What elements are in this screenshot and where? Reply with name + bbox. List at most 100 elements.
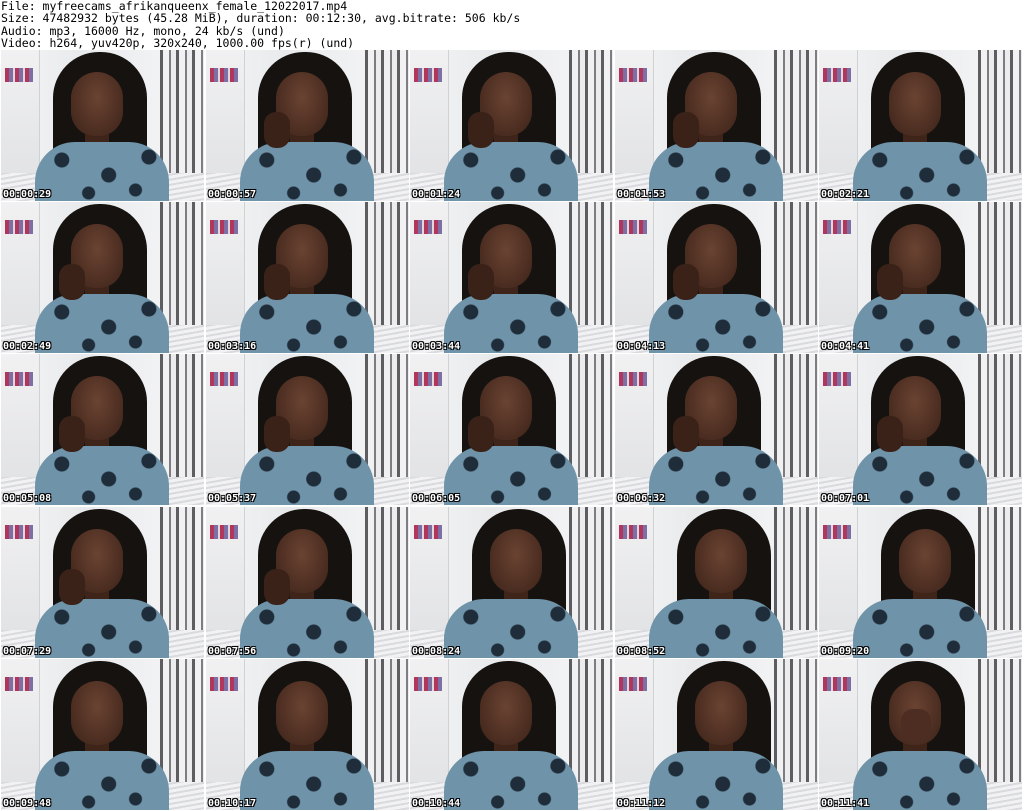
shelf-items [823,68,851,82]
person-sweater [853,446,987,505]
video-thumbnail: 00:07:29 [1,507,204,658]
person-face [276,681,328,745]
shelf-items [823,372,851,386]
thumbnail-timestamp: 00:01:53 [617,189,666,200]
shelf-items [210,677,238,691]
person-sweater [853,142,987,201]
person-sweater [35,751,169,810]
thumbnail-grid: 00:00:29 00:00:57 00:01:24 00:01:53 00:02:21… [1,50,1024,811]
video-thumbnail: 00:05:37 [206,354,409,505]
person-sweater [240,142,374,201]
thumbnail-timestamp: 00:05:08 [3,493,52,504]
person-face [889,72,941,136]
video-thumbnail: 00:11:12 [615,659,818,810]
shelf-items [5,677,33,691]
video-thumbnail: 00:03:44 [410,202,613,353]
person-sweater [444,751,578,810]
person-sweater [649,599,783,658]
thumbnail-timestamp: 00:09:20 [821,646,870,657]
video-thumbnail: 00:06:32 [615,354,818,505]
thumbnail-timestamp: 00:10:17 [208,798,257,809]
video-thumbnail: 00:01:53 [615,50,818,201]
shelf-items [823,220,851,234]
thumbnail-timestamp: 00:04:41 [821,341,870,352]
person-sweater [35,142,169,201]
thumbnail-timestamp: 00:10:44 [412,798,461,809]
file-size-line: Size: 47482932 bytes (45.28 MiB), durati… [1,11,521,26]
person-hand [673,112,699,148]
thumbnail-timestamp: 00:04:13 [617,341,666,352]
shelf-items [619,220,647,234]
person-hand [59,569,85,605]
thumbnail-timestamp: 00:11:12 [617,798,666,809]
person-face [480,681,532,745]
person-face [899,529,951,593]
video-thumbnail: 00:09:48 [1,659,204,810]
video-thumbnail: 00:09:20 [819,507,1022,658]
shelf-items [414,525,442,539]
video-thumbnail: 00:04:13 [615,202,818,353]
person-hand [264,569,290,605]
video-info-line: Video: h264, yuv420p, 320x240, 1000.00 f… [1,36,355,50]
person-sweater [649,751,783,810]
shelf-items [619,372,647,386]
shelf-items [5,68,33,82]
person-sweater [240,446,374,505]
thumbnail-timestamp: 00:06:05 [412,493,461,504]
person-sweater [444,599,578,658]
shelf-items [619,525,647,539]
person-sweater [240,599,374,658]
shelf-items [414,677,442,691]
person-sweater [444,446,578,505]
person-face [71,681,123,745]
thumbnail-timestamp: 00:03:44 [412,341,461,352]
person-sweater [35,294,169,353]
video-thumbnail: 00:03:16 [206,202,409,353]
thumbnail-timestamp: 00:03:16 [208,341,257,352]
shelf-items [210,372,238,386]
person-sweater [649,446,783,505]
thumbnail-timestamp: 00:08:52 [617,646,666,657]
video-thumbnail: 00:00:57 [206,50,409,201]
thumbnail-timestamp: 00:02:21 [821,189,870,200]
person-hand [468,264,494,300]
thumbnail-timestamp: 00:05:37 [208,493,257,504]
person-hand [264,416,290,452]
shelf-items [414,372,442,386]
thumbnail-timestamp: 00:11:41 [821,798,870,809]
video-thumbnail: 00:11:41 [819,659,1022,810]
person-sweater [649,142,783,201]
person-sweater [240,751,374,810]
video-thumbnail: 00:04:41 [819,202,1022,353]
person-hand [673,416,699,452]
person-hand [468,416,494,452]
person-sweater [853,599,987,658]
thumbnail-timestamp: 00:02:49 [3,341,52,352]
shelf-items [619,677,647,691]
video-thumbnail: 00:07:56 [206,507,409,658]
video-thumbnail: 00:08:52 [615,507,818,658]
thumbnail-timestamp: 00:09:48 [3,798,52,809]
shelf-items [414,68,442,82]
video-thumbnail: 00:02:21 [819,50,1022,201]
video-thumbnail: 00:10:17 [206,659,409,810]
thumbnail-timestamp: 00:07:01 [821,493,870,504]
person-hand [59,416,85,452]
shelf-items [823,525,851,539]
shelf-items [414,220,442,234]
person-sweater [35,599,169,658]
video-thumbnail: 00:06:05 [410,354,613,505]
thumbnail-timestamp: 00:07:56 [208,646,257,657]
person-sweater [240,294,374,353]
person-face [71,72,123,136]
person-hand [877,416,903,452]
thumbnail-timestamp: 00:08:24 [412,646,461,657]
person-face [695,681,747,745]
person-hand [901,709,931,741]
shelf-items [823,677,851,691]
shelf-items [5,372,33,386]
video-thumbnail: 00:02:49 [1,202,204,353]
person-hand [468,112,494,148]
person-hand [59,264,85,300]
shelf-items [619,68,647,82]
